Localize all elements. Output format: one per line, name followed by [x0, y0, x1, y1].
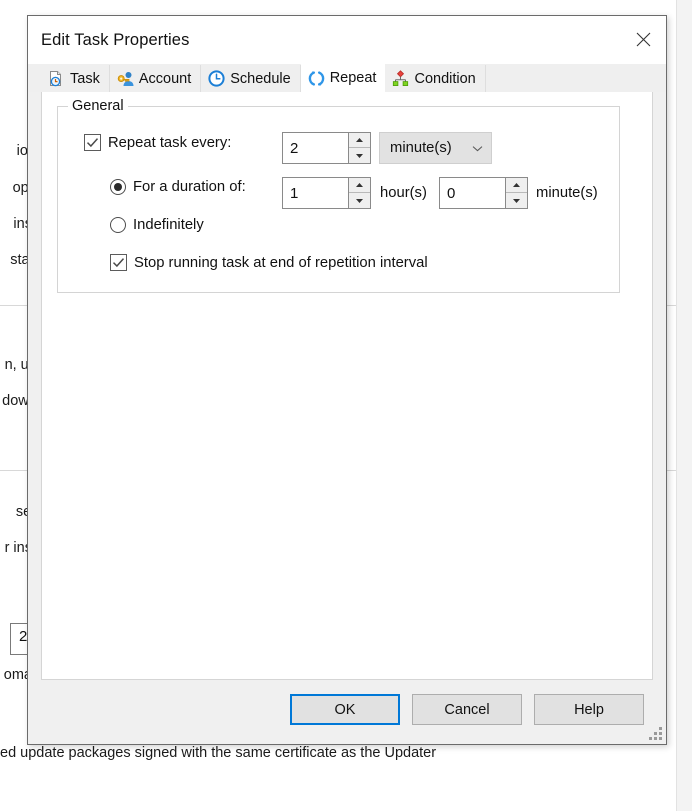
- resize-grip[interactable]: [649, 727, 663, 741]
- tab-schedule[interactable]: Schedule: [201, 65, 300, 92]
- tabstrip: Task Account Schedule: [28, 64, 666, 92]
- spinner-down-icon[interactable]: [506, 193, 527, 208]
- tab-account[interactable]: Account: [110, 65, 201, 92]
- repeat-tab-page: General Repeat task every:: [41, 92, 653, 680]
- dialog-title: Edit Task Properties: [41, 31, 189, 50]
- tab-label: Account: [139, 71, 191, 87]
- ok-button[interactable]: OK: [290, 694, 400, 725]
- duration-radio-dot: [114, 183, 122, 191]
- spinner-down-icon[interactable]: [349, 193, 370, 208]
- help-button[interactable]: Help: [534, 694, 644, 725]
- spinner-up-icon[interactable]: [349, 133, 370, 148]
- background-right-panel: [676, 0, 692, 811]
- duration-hours-unit-label: hour(s): [380, 185, 427, 201]
- spinner-up-icon[interactable]: [506, 178, 527, 193]
- stop-running-checkbox[interactable]: [110, 254, 127, 271]
- duration-hours-input[interactable]: [283, 178, 348, 208]
- duration-radio[interactable]: [110, 179, 126, 195]
- duration-minutes-unit-label: minute(s): [536, 185, 598, 201]
- spinner-down-icon[interactable]: [349, 148, 370, 163]
- duration-hours-spin-buttons: [348, 178, 370, 208]
- tab-label: Schedule: [230, 71, 290, 87]
- close-icon[interactable]: [620, 16, 666, 62]
- tab-label: Task: [70, 71, 100, 87]
- repeat-unit-select[interactable]: minute(s): [379, 132, 492, 164]
- duration-minutes-spin-buttons: [505, 178, 527, 208]
- task-document-clock-icon: [48, 70, 65, 87]
- duration-label: For a duration of:: [133, 179, 246, 195]
- repeat-task-label: Repeat task every:: [108, 135, 231, 151]
- spinner-up-icon[interactable]: [349, 178, 370, 193]
- indefinitely-label: Indefinitely: [133, 217, 204, 233]
- general-groupbox: General Repeat task every:: [57, 106, 620, 293]
- dialog-footer: OK Cancel Help: [28, 680, 666, 744]
- duration-row: For a duration of:: [110, 179, 246, 195]
- dialog-titlebar: Edit Task Properties: [28, 16, 666, 64]
- clock-icon: [208, 70, 225, 87]
- tab-condition[interactable]: Condition: [385, 65, 485, 92]
- tab-task[interactable]: Task: [41, 65, 110, 92]
- repeat-task-row: Repeat task every:: [84, 134, 231, 151]
- edit-task-properties-dialog: Edit Task Properties Task: [27, 15, 667, 745]
- repeat-interval-input[interactable]: [283, 133, 348, 163]
- duration-minutes-stepper[interactable]: [439, 177, 528, 209]
- stop-running-label: Stop running task at end of repetition i…: [134, 255, 428, 271]
- general-groupbox-legend: General: [68, 98, 128, 114]
- tab-label: Condition: [414, 71, 475, 87]
- key-user-icon: [117, 70, 134, 87]
- tab-label: Repeat: [330, 70, 377, 86]
- indefinitely-row: Indefinitely: [110, 217, 204, 233]
- repeat-task-checkbox[interactable]: [84, 134, 101, 151]
- repeat-interval-stepper[interactable]: [282, 132, 371, 164]
- chevron-down-icon: [472, 140, 483, 156]
- duration-hours-stepper[interactable]: [282, 177, 371, 209]
- repeat-arrows-icon: [308, 70, 325, 87]
- cancel-button[interactable]: Cancel: [412, 694, 522, 725]
- condition-node-icon: [392, 70, 409, 87]
- indefinitely-radio[interactable]: [110, 217, 126, 233]
- repeat-unit-value: minute(s): [390, 140, 452, 156]
- background-bottom-text: ed update packages signed with the same …: [0, 745, 436, 761]
- tab-repeat[interactable]: Repeat: [301, 64, 386, 92]
- stop-running-row: Stop running task at end of repetition i…: [110, 254, 428, 271]
- duration-minutes-input[interactable]: [440, 178, 505, 208]
- repeat-interval-spin-buttons: [348, 133, 370, 163]
